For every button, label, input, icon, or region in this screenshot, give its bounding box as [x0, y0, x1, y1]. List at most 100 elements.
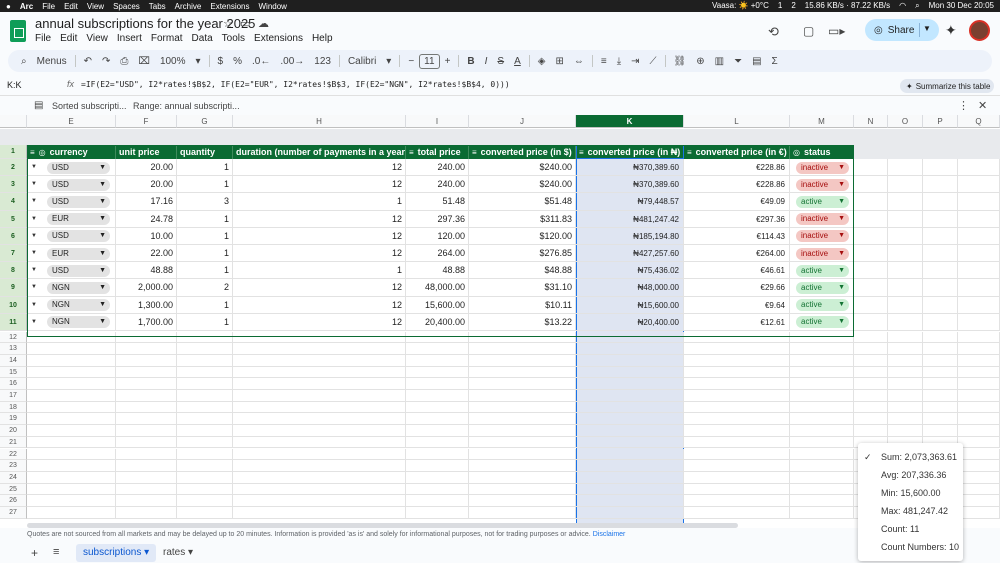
cell-empty[interactable] [233, 425, 406, 437]
currency-chip[interactable]: EUR ▼ [47, 213, 110, 226]
cell-dur[interactable]: 12 [233, 210, 406, 228]
cell-empty[interactable] [958, 460, 1000, 472]
cell-empty[interactable] [27, 471, 116, 484]
cell-ngn[interactable]: ₦79,448.57 [576, 193, 684, 211]
cell-unit[interactable]: 48.88 [116, 262, 177, 280]
share-button[interactable]: ◎ Share ▼ [865, 19, 939, 41]
row-header[interactable]: 2 [0, 159, 27, 177]
cell-empty[interactable] [888, 296, 923, 314]
cell-empty[interactable] [854, 296, 888, 314]
cell-empty[interactable] [790, 507, 854, 519]
cell-empty[interactable] [406, 436, 469, 449]
chip-dropdown-icon[interactable]: ▼ [838, 282, 845, 294]
tab-caret-icon[interactable]: ▾ [188, 547, 193, 558]
cell-empty[interactable] [888, 313, 923, 331]
filter-view-range[interactable]: Range: annual subscripti... [133, 101, 240, 111]
more-options-icon[interactable]: ⋮ [958, 99, 969, 112]
more-formats-button[interactable]: 123 [309, 56, 336, 67]
cell-empty[interactable] [684, 413, 790, 426]
cell-empty[interactable] [469, 401, 576, 414]
stat-count[interactable]: Count: 11 [881, 524, 919, 534]
cell-empty[interactable] [406, 471, 469, 484]
cell-eur[interactable]: €228.86 [684, 176, 790, 194]
currency-chip[interactable]: NGN ▼ [47, 281, 110, 294]
cell-empty[interactable] [177, 495, 233, 507]
tab-caret-icon[interactable]: ▾ [144, 547, 149, 558]
cell-empty[interactable] [406, 366, 469, 379]
cell-total[interactable]: 20,400.00 [406, 313, 469, 331]
formula-input[interactable]: =IF(E2="USD", I2*rates!$B$2, IF(E2="EUR"… [81, 80, 510, 89]
cell-total[interactable]: 48.88 [406, 262, 469, 280]
cell-ngn[interactable]: ₦20,400.00 [576, 313, 684, 331]
cell-empty[interactable] [576, 390, 684, 402]
cell-usd[interactable]: $240.00 [469, 159, 576, 177]
row-header[interactable]: 18 [0, 401, 27, 414]
share-caret-icon[interactable]: ▼ [923, 24, 931, 33]
move-folder-icon[interactable]: ▭ [240, 17, 250, 30]
chip-dropdown-icon[interactable]: ▼ [99, 230, 106, 242]
status-chip[interactable]: inactive ▼ [796, 178, 849, 191]
cell-empty[interactable] [27, 413, 116, 426]
cell-usd[interactable]: $120.00 [469, 227, 576, 245]
cell-eur[interactable]: €228.86 [684, 159, 790, 177]
cell-empty[interactable] [469, 471, 576, 484]
cell-total[interactable]: 51.48 [406, 193, 469, 211]
cell-empty[interactable] [888, 227, 923, 245]
currency-chip[interactable]: NGN ▼ [47, 299, 110, 312]
selection-stats-popup[interactable]: ✓ Sum: 2,073,363.61 Avg: 207,336.36 Min:… [858, 443, 963, 561]
cell-empty[interactable] [576, 448, 684, 461]
cell-empty[interactable] [684, 483, 790, 496]
cell-empty[interactable] [854, 210, 888, 228]
cell-empty[interactable] [888, 176, 923, 194]
cell-empty[interactable] [958, 413, 1000, 426]
cell-total[interactable]: 15,600.00 [406, 296, 469, 314]
cell-empty[interactable] [958, 210, 1000, 228]
cell-empty[interactable] [469, 460, 576, 472]
cell-empty[interactable] [233, 436, 406, 449]
cell-empty[interactable] [854, 279, 888, 297]
cell-usd[interactable]: $276.85 [469, 245, 576, 263]
percent-format-button[interactable]: % [228, 56, 247, 67]
cell-empty[interactable] [233, 483, 406, 496]
chip-dropdown-icon[interactable]: ▼ [838, 248, 845, 260]
column-header-j[interactable]: J [469, 115, 576, 128]
cell-unit[interactable]: 22.00 [116, 245, 177, 263]
cell-usd[interactable]: $51.48 [469, 193, 576, 211]
cell-qty[interactable]: 1 [177, 313, 233, 331]
cell-empty[interactable] [469, 378, 576, 390]
cell-empty[interactable] [958, 390, 1000, 402]
chip-dropdown-icon[interactable]: ▼ [99, 179, 106, 191]
cell-empty[interactable] [406, 425, 469, 437]
menu-tools[interactable]: Tools [222, 33, 245, 44]
chip-dropdown-icon[interactable]: ▼ [99, 282, 106, 294]
currency-format-button[interactable]: $ [213, 56, 229, 67]
cell-usd[interactable]: $31.10 [469, 279, 576, 297]
font-size-input[interactable]: 11 [419, 53, 440, 69]
cell-empty[interactable] [27, 331, 116, 344]
cell-empty[interactable] [790, 495, 854, 507]
cell-empty[interactable] [576, 343, 684, 355]
cell-empty[interactable] [576, 460, 684, 472]
cell-empty[interactable] [177, 354, 233, 367]
cell-empty[interactable] [116, 425, 177, 437]
filter-menu-icon[interactable]: ≡ [687, 148, 692, 157]
chip-dropdown-icon[interactable]: ▼ [838, 179, 845, 191]
cell-empty[interactable] [233, 366, 406, 379]
cell-empty[interactable] [233, 343, 406, 355]
column-header-l[interactable]: L [684, 115, 790, 128]
row-header[interactable]: 17 [0, 390, 27, 402]
menubar-file[interactable]: File [42, 2, 55, 11]
gemini-icon[interactable]: ✦ [945, 22, 957, 39]
cell-empty[interactable] [958, 378, 1000, 390]
cell-empty[interactable] [469, 390, 576, 402]
text-rotation-icon[interactable]: ⟋ [645, 56, 662, 67]
stat-min[interactable]: Min: 15,600.00 [881, 488, 941, 498]
cell-empty[interactable] [790, 331, 854, 344]
menubar-edit[interactable]: Edit [64, 2, 78, 11]
filter-views-icon[interactable]: ▤ [747, 56, 766, 67]
cell-empty[interactable] [406, 331, 469, 344]
cell-empty[interactable] [27, 483, 116, 496]
cell-empty[interactable] [177, 483, 233, 496]
cell-empty[interactable] [923, 279, 958, 297]
chip-dropdown-icon[interactable]: ▼ [99, 265, 106, 277]
